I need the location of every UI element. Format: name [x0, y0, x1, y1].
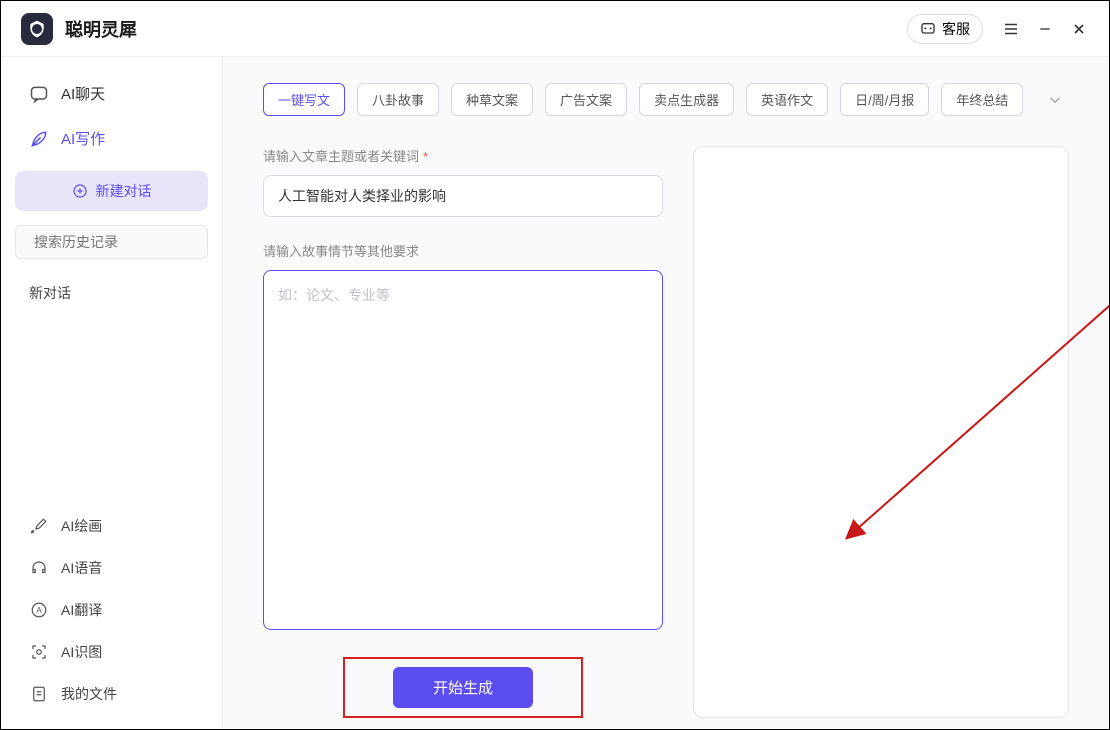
form-left: 请输入文章主题或者关键词* 请输入故事情节等其他要求 开始生成 [263, 146, 663, 718]
category-row: 一键写文 八卦故事 种草文案 广告文案 卖点生成器 英语作文 日/周/月报 年终… [263, 83, 1069, 116]
category-button-3[interactable]: 广告文案 [545, 83, 627, 116]
extra-textarea[interactable] [263, 270, 663, 630]
chat-icon [920, 21, 936, 37]
titlebar: 聪明灵犀 客服 [1, 1, 1109, 57]
sidebar-item-label: AI写作 [61, 128, 105, 149]
new-chat-label: 新建对话 [96, 181, 152, 201]
sidebar-item-draw[interactable]: AI绘画 [15, 505, 208, 547]
category-button-1[interactable]: 八卦故事 [357, 83, 439, 116]
menu-button[interactable] [1001, 19, 1021, 39]
generate-button[interactable]: 开始生成 [393, 667, 533, 708]
sidebar-item-voice[interactable]: AI语音 [15, 547, 208, 589]
expand-categories-button[interactable] [1041, 86, 1069, 114]
category-button-7[interactable]: 年终总结 [941, 83, 1023, 116]
minimize-icon [1037, 21, 1053, 37]
history-item[interactable]: 新对话 [15, 275, 208, 311]
sidebar-item-label: AI绘画 [61, 516, 102, 536]
scan-icon [29, 642, 49, 662]
category-button-0[interactable]: 一键写文 [263, 83, 345, 116]
sidebar-item-label: AI识图 [61, 642, 102, 662]
file-icon [29, 684, 49, 704]
app-title: 聪明灵犀 [65, 16, 137, 42]
search-input[interactable] [34, 234, 215, 250]
chat-bubble-icon [29, 84, 49, 104]
sidebar-item-write[interactable]: AI写作 [15, 116, 208, 161]
menu-icon [1002, 20, 1020, 38]
generate-highlight-box: 开始生成 [343, 657, 583, 718]
output-panel [693, 146, 1069, 718]
category-button-5[interactable]: 英语作文 [746, 83, 828, 116]
minimize-button[interactable] [1035, 19, 1055, 39]
category-button-6[interactable]: 日/周/月报 [840, 83, 929, 116]
headphone-icon [29, 558, 49, 578]
topic-input[interactable] [263, 175, 663, 217]
plus-circle-icon [72, 183, 88, 199]
topic-label: 请输入文章主题或者关键词* [263, 146, 663, 165]
brush-icon [29, 516, 49, 536]
svg-text:A: A [36, 606, 42, 615]
sidebar-item-label: AI聊天 [61, 83, 105, 104]
close-button[interactable] [1069, 19, 1089, 39]
app-logo [21, 13, 53, 45]
main-area: 一键写文 八卦故事 种草文案 广告文案 卖点生成器 英语作文 日/周/月报 年终… [223, 57, 1109, 729]
new-chat-button[interactable]: 新建对话 [15, 171, 208, 211]
category-button-2[interactable]: 种草文案 [451, 83, 533, 116]
sidebar-item-ocr[interactable]: AI识图 [15, 631, 208, 673]
category-button-4[interactable]: 卖点生成器 [639, 83, 734, 116]
sidebar-item-label: AI翻译 [61, 600, 102, 620]
sidebar: AI聊天 AI写作 新建对话 新对话 AI绘画 [1, 57, 223, 729]
close-icon [1071, 21, 1087, 37]
sidebar-item-chat[interactable]: AI聊天 [15, 71, 208, 116]
sidebar-item-files[interactable]: 我的文件 [15, 673, 208, 715]
search-box[interactable] [15, 225, 208, 259]
feather-icon [29, 129, 49, 149]
sidebar-item-translate[interactable]: A AI翻译 [15, 589, 208, 631]
customer-service-button[interactable]: 客服 [907, 14, 983, 44]
logo-icon [27, 19, 47, 39]
customer-service-label: 客服 [942, 19, 970, 39]
sidebar-item-label: AI语音 [61, 558, 102, 578]
chevron-down-icon [1046, 91, 1064, 109]
translate-icon: A [29, 600, 49, 620]
extra-label: 请输入故事情节等其他要求 [263, 241, 663, 260]
sidebar-item-label: 我的文件 [61, 684, 117, 704]
